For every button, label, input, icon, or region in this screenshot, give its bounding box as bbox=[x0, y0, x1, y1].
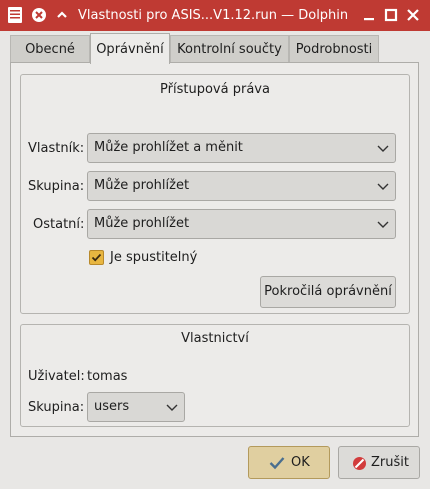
owner-permission-value: Může prohlížet a měnit bbox=[94, 140, 243, 155]
maximize-icon[interactable] bbox=[381, 5, 401, 25]
others-label: Ostatní: bbox=[33, 217, 85, 232]
app-menu-icon[interactable] bbox=[5, 5, 25, 25]
owner-permission-select[interactable]: Může prohlížet a měnit bbox=[87, 133, 396, 163]
chevron-down-icon bbox=[377, 183, 389, 190]
group-label: Skupina: bbox=[28, 179, 85, 194]
executable-checkbox[interactable] bbox=[89, 250, 104, 265]
close-circle-icon[interactable] bbox=[29, 5, 49, 25]
title-bar: Vlastnosti pro ASIS...V1.12.run — Dolphi… bbox=[0, 0, 430, 31]
window-title: Vlastnosti pro ASIS...V1.12.run — Dolphi… bbox=[78, 8, 349, 23]
user-value: tomas bbox=[87, 369, 128, 384]
owner-group-value: users bbox=[94, 399, 130, 414]
checkmark-icon bbox=[91, 253, 102, 262]
owner-group-label: Skupina: bbox=[28, 400, 85, 415]
cancel-icon bbox=[353, 457, 366, 470]
close-icon[interactable] bbox=[403, 5, 423, 25]
ownership-group: Vlastnictví Uživatel: tomas Skupina: use… bbox=[20, 324, 410, 427]
tab-general[interactable]: Obecné bbox=[10, 35, 90, 63]
cancel-label: Zrušit bbox=[371, 455, 409, 470]
tab-permissions[interactable]: Oprávnění bbox=[90, 33, 170, 64]
others-permission-value: Může prohlížet bbox=[94, 216, 190, 231]
tab-checksums[interactable]: Kontrolní součty bbox=[170, 35, 289, 63]
group-permission-value: Může prohlížet bbox=[94, 178, 190, 193]
chevron-down-icon bbox=[377, 221, 389, 228]
advanced-permissions-button[interactable]: Pokročilá oprávnění bbox=[260, 276, 396, 308]
ok-button[interactable]: OK bbox=[248, 446, 330, 479]
ok-label: OK bbox=[291, 455, 310, 470]
others-permission-select[interactable]: Může prohlížet bbox=[87, 209, 396, 239]
owner-group-select[interactable]: users bbox=[87, 392, 185, 422]
access-rights-title: Přístupová práva bbox=[160, 82, 270, 97]
chevron-down-icon bbox=[166, 404, 178, 411]
chevron-down-icon bbox=[377, 145, 389, 152]
executable-label[interactable]: Je spustitelný bbox=[110, 250, 197, 265]
ownership-title: Vlastnictví bbox=[181, 331, 249, 346]
tab-details[interactable]: Podrobnosti bbox=[289, 35, 379, 63]
permissions-panel: Přístupová práva Vlastník: Může prohlíže… bbox=[10, 62, 419, 437]
user-label: Uživatel: bbox=[28, 369, 85, 384]
checkmark-icon bbox=[269, 457, 285, 470]
owner-label: Vlastník: bbox=[28, 141, 85, 156]
access-rights-group: Přístupová práva Vlastník: Může prohlíže… bbox=[20, 74, 410, 314]
group-permission-select[interactable]: Může prohlížet bbox=[87, 171, 396, 201]
cancel-button[interactable]: Zrušit bbox=[338, 446, 420, 479]
minimize-icon[interactable] bbox=[359, 5, 379, 25]
keep-above-icon[interactable] bbox=[52, 5, 72, 25]
